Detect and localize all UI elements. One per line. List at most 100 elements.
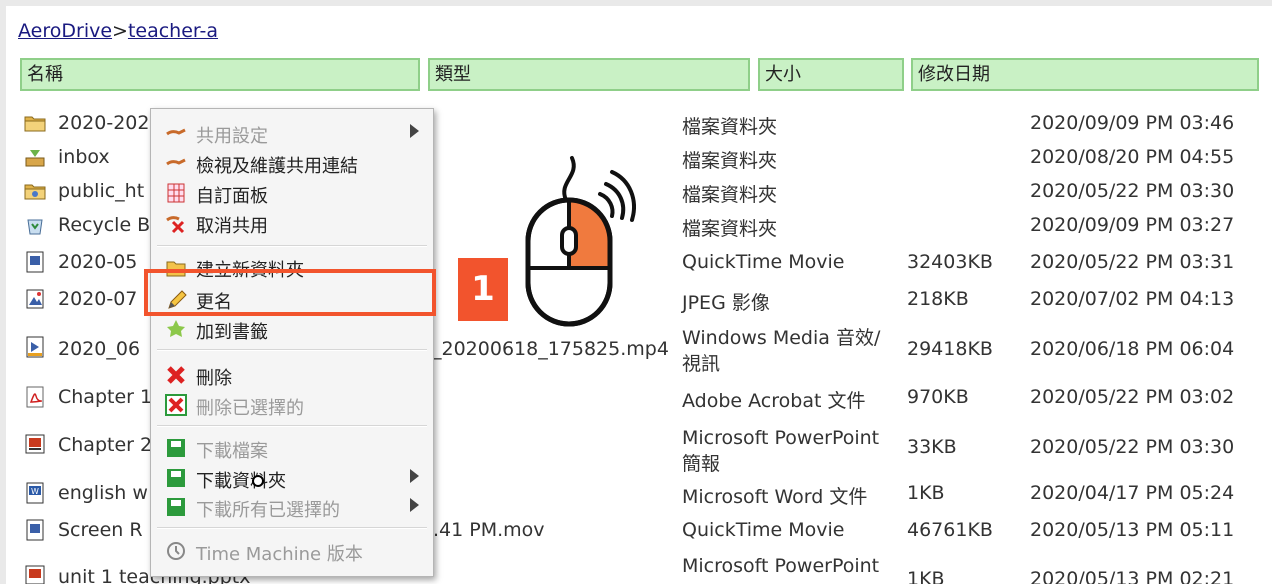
file-name[interactable]: Chapter 1 [58,386,152,408]
submenu-arrow-icon [410,498,419,512]
breadcrumb-separator: > [112,20,128,42]
share-hand-icon [166,128,186,136]
file-name-tail[interactable]: .41 PM.mov [433,519,545,541]
menu-item-share-settings[interactable]: 共用設定 [151,119,433,147]
file-date: 2020/05/22 PM 03:31 [1030,251,1235,273]
menu-label: 刪除已選擇的 [196,398,304,419]
file-size: 1KB [907,482,945,504]
column-header-modified[interactable]: 修改日期 [911,58,1259,91]
menu-separator [157,425,427,427]
file-type-line1: Microsoft PowerPoint [682,555,880,577]
rename-highlight-box [144,269,436,316]
delete-x-icon [167,366,185,384]
menu-label: 下載資料夾 [196,471,286,492]
file-type: 檔案資料夾 [682,116,778,138]
share-hand-icon [166,158,186,166]
file-size: 46761KB [907,519,993,541]
file-size: 218KB [907,288,969,310]
file-size: 32403KB [907,251,993,273]
unshare-icon [166,216,185,234]
file-date: 2020/05/13 PM 02:21 [1030,568,1235,584]
file-name[interactable]: inbox [58,146,110,168]
file-date: 2020/05/22 PM 03:30 [1030,436,1235,458]
submenu-arrow-icon [410,469,419,483]
column-header-name[interactable]: 名稱 [20,58,420,91]
file-date: 2020/05/22 PM 03:30 [1030,180,1235,202]
file-type: Adobe Acrobat 文件 [682,390,866,412]
step-badge: 1 [458,258,508,321]
time-machine-icon [167,542,185,560]
file-date: 2020/06/18 PM 06:04 [1030,338,1235,360]
file-size: 33KB [907,436,957,458]
file-date: 2020/08/20 PM 04:55 [1030,146,1235,168]
menu-label: 刪除 [196,368,232,389]
file-type: Microsoft Word 文件 [682,486,868,508]
menu-item-download-file[interactable]: 下載檔案 [151,434,433,462]
menu-item-custom-panel[interactable]: 自訂面板 [151,179,433,207]
menu-label: 加到書籤 [196,322,268,343]
menu-item-delete-selected[interactable]: 刪除已選擇的 [151,391,433,419]
file-type: 檔案資料夾 [682,150,778,172]
menu-label: 取消共用 [196,216,268,237]
menu-label: Time Machine 版本 [196,544,363,565]
menu-separator [157,527,427,529]
video-file-icon [26,519,44,541]
pptx-icon [25,434,45,454]
menu-item-download-all-selected[interactable]: 下載所有已選擇的 [151,493,433,521]
file-browser: AeroDrive>teacher-a 名稱 類型 大小 修改日期 2020-2… [6,6,1272,584]
file-date: 2020/04/17 PM 05:24 [1030,482,1235,504]
folder-icon [24,184,46,200]
breadcrumb-root[interactable]: AeroDrive [18,20,112,42]
file-name[interactable]: english w [58,482,148,504]
file-name[interactable]: public_ht [58,180,144,202]
menu-label: 下載所有已選擇的 [196,500,340,521]
menu-item-unshare[interactable]: 取消共用 [151,209,433,237]
svg-text:W: W [31,487,39,496]
media-file-icon [26,336,44,358]
grid-panel-icon [167,183,185,203]
file-name[interactable]: 2020-05 [58,251,137,273]
file-name[interactable]: Recycle B [58,214,150,236]
column-header-size[interactable]: 大小 [758,58,904,91]
menu-label: 自訂面板 [196,186,268,207]
inbox-icon [25,150,45,167]
file-type-line1: Windows Media 音效/ [682,327,881,349]
menu-label: 共用設定 [196,126,268,147]
file-name[interactable]: Chapter 2 [58,434,152,456]
menu-item-time-machine[interactable]: Time Machine 版本 [151,537,433,565]
menu-separator [157,349,427,351]
file-date: 2020/09/09 PM 03:27 [1030,214,1235,236]
download-icon [167,498,185,516]
context-menu: 共用設定 檢視及維護共用連結 自訂面板 取消共用 建立新資料夾 更名 加到書籤 [150,108,434,577]
file-type-line2: 簡報 [682,453,721,475]
menu-item-delete[interactable]: 刪除 [151,361,433,389]
file-name[interactable]: Screen R [58,519,143,541]
file-type-line1: Microsoft PowerPoint [682,427,880,449]
star-icon [167,320,185,337]
menu-item-add-bookmark[interactable]: 加到書籤 [151,315,433,343]
file-type: JPEG 影像 [682,292,770,314]
file-name[interactable]: 2020-07 [58,288,137,310]
file-type: QuickTime Movie [682,519,845,541]
delete-selected-icon [165,394,187,416]
breadcrumb-current[interactable]: teacher-a [128,20,218,42]
file-name[interactable]: 2020_06 [58,338,140,360]
file-date: 2020/09/09 PM 03:46 [1030,112,1235,134]
file-type: 檔案資料夾 [682,218,778,240]
menu-item-view-share-links[interactable]: 檢視及維護共用連結 [151,149,433,177]
file-size: 1KB [907,568,945,584]
mouse-right-click-icon [525,156,636,327]
download-icon [167,469,185,487]
menu-label: 下載檔案 [196,441,268,462]
column-header-type[interactable]: 類型 [428,58,750,91]
menu-item-download-folder[interactable]: 下載資料夾 [151,464,433,492]
cursor-icon [252,475,264,487]
recycle-icon [27,219,43,235]
submenu-arrow-icon [410,124,419,138]
menu-label: 檢視及維護共用連結 [196,156,358,177]
file-name[interactable]: 2020-202 [58,112,149,134]
file-type: 檔案資料夾 [682,184,778,206]
file-size: 970KB [907,386,969,408]
file-name-tail[interactable]: _20200618_175825.mp4 [432,338,669,360]
download-icon [167,439,185,457]
